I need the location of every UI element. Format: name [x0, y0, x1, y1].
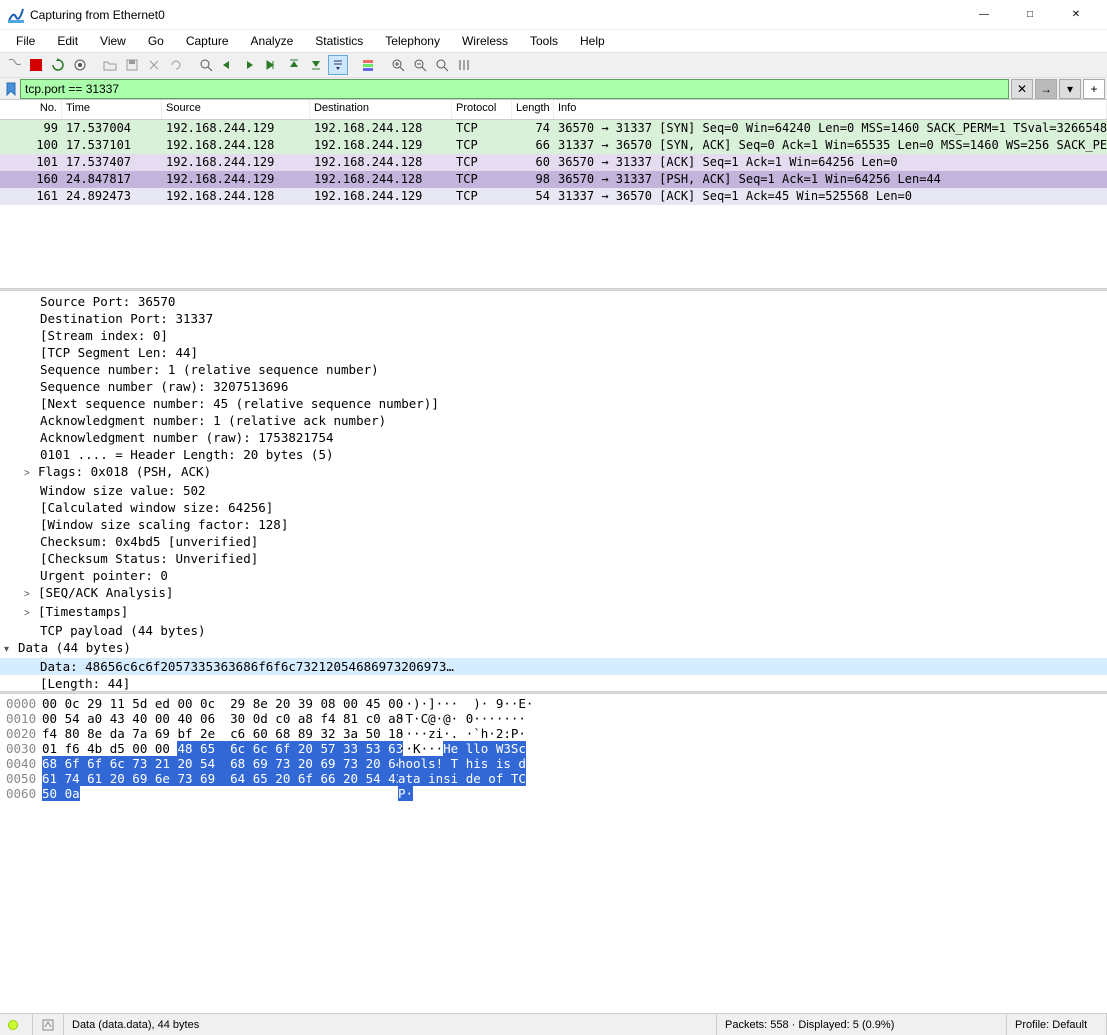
packet-list[interactable]: 9917.537004192.168.244.129192.168.244.12…	[0, 120, 1107, 288]
menu-wireless[interactable]: Wireless	[452, 32, 518, 50]
find-packet-icon[interactable]	[196, 55, 216, 75]
detail-line[interactable]: Window size value: 502	[0, 482, 1107, 499]
zoom-in-icon[interactable]	[388, 55, 408, 75]
menu-capture[interactable]: Capture	[176, 32, 239, 50]
capture-options-icon[interactable]	[70, 55, 90, 75]
detail-line[interactable]: [TCP Segment Len: 44]	[0, 344, 1107, 361]
detail-line[interactable]: [Checksum Status: Unverified]	[0, 550, 1107, 567]
resize-columns-icon[interactable]	[454, 55, 474, 75]
auto-scroll-icon[interactable]	[328, 55, 348, 75]
stop-capture-icon[interactable]	[26, 55, 46, 75]
titlebar: Capturing from Ethernet0 — □ ✕	[0, 0, 1107, 30]
go-last-icon[interactable]	[306, 55, 326, 75]
filter-apply-button[interactable]: →	[1035, 79, 1057, 99]
menu-analyze[interactable]: Analyze	[241, 32, 304, 50]
detail-line[interactable]: 0101 .... = Header Length: 20 bytes (5)	[0, 446, 1107, 463]
detail-seqack-tree[interactable]: [SEQ/ACK Analysis]	[0, 584, 1107, 603]
menu-help[interactable]: Help	[570, 32, 615, 50]
col-header-destination[interactable]: Destination	[310, 100, 452, 119]
col-header-protocol[interactable]: Protocol	[452, 100, 512, 119]
zoom-out-icon[interactable]	[410, 55, 430, 75]
detail-data-field[interactable]: Data: 48656c6c6f2057335363686f6f6c732120…	[0, 658, 1107, 675]
filter-history-button[interactable]: ▾	[1059, 79, 1081, 99]
detail-line[interactable]: Destination Port: 31337	[0, 310, 1107, 327]
hex-row: 003001 f6 4b d5 00 00 48 65 6c 6c 6f 20 …	[6, 741, 1101, 756]
packet-row[interactable]: 16124.892473192.168.244.128192.168.244.1…	[0, 188, 1107, 205]
status-capture-led[interactable]	[0, 1014, 33, 1035]
zoom-reset-icon[interactable]	[432, 55, 452, 75]
window-title: Capturing from Ethernet0	[30, 8, 961, 22]
detail-timestamps-tree[interactable]: [Timestamps]	[0, 603, 1107, 622]
packet-row[interactable]: 10117.537407192.168.244.129192.168.244.1…	[0, 154, 1107, 171]
reload-icon[interactable]	[166, 55, 186, 75]
restart-capture-icon[interactable]	[48, 55, 68, 75]
detail-data-tree[interactable]: Data (44 bytes)	[0, 639, 1107, 658]
close-file-icon[interactable]	[144, 55, 164, 75]
menu-file[interactable]: File	[6, 32, 45, 50]
hex-row: 001000 54 a0 43 40 00 40 06 30 0d c0 a8 …	[6, 711, 1101, 726]
menubar: File Edit View Go Capture Analyze Statis…	[0, 30, 1107, 52]
col-header-length[interactable]: Length	[512, 100, 554, 119]
menu-tools[interactable]: Tools	[520, 32, 568, 50]
packet-bytes-pane[interactable]: 000000 0c 29 11 5d ed 00 0c 29 8e 20 39 …	[0, 694, 1107, 1013]
detail-line[interactable]: Urgent pointer: 0	[0, 567, 1107, 584]
col-header-info[interactable]: Info	[554, 100, 1107, 119]
menu-telephony[interactable]: Telephony	[375, 32, 450, 50]
detail-line[interactable]: Acknowledgment number (raw): 1753821754	[0, 429, 1107, 446]
go-back-icon[interactable]	[218, 55, 238, 75]
filter-add-button[interactable]: +	[1083, 79, 1105, 99]
filter-bar: ✕ → ▾ +	[0, 78, 1107, 100]
packet-details-pane[interactable]: Source Port: 36570 Destination Port: 313…	[0, 291, 1107, 691]
detail-line[interactable]: [Next sequence number: 45 (relative sequ…	[0, 395, 1107, 412]
detail-line[interactable]: TCP payload (44 bytes)	[0, 622, 1107, 639]
menu-go[interactable]: Go	[138, 32, 174, 50]
filter-clear-button[interactable]: ✕	[1011, 79, 1033, 99]
detail-line[interactable]: Sequence number (raw): 3207513696	[0, 378, 1107, 395]
open-file-icon[interactable]	[100, 55, 120, 75]
hex-row: 000000 0c 29 11 5d ed 00 0c 29 8e 20 39 …	[6, 696, 1101, 711]
status-profile[interactable]: Profile: Default	[1007, 1014, 1107, 1035]
go-forward-icon[interactable]	[240, 55, 260, 75]
detail-line[interactable]: [Stream index: 0]	[0, 327, 1107, 344]
menu-edit[interactable]: Edit	[47, 32, 88, 50]
col-header-no[interactable]: No.	[0, 100, 62, 119]
detail-line[interactable]: Acknowledgment number: 1 (relative ack n…	[0, 412, 1107, 429]
hex-row: 005061 74 61 20 69 6e 73 69 64 65 20 6f …	[6, 771, 1101, 786]
hex-row: 004068 6f 6f 6c 73 21 20 54 68 69 73 20 …	[6, 756, 1101, 771]
status-packets: Packets: 558 · Displayed: 5 (0.9%)	[717, 1014, 1007, 1035]
start-capture-icon[interactable]	[4, 55, 24, 75]
status-field-info: Data (data.data), 44 bytes	[64, 1014, 717, 1035]
packet-row[interactable]: 10017.537101192.168.244.128192.168.244.1…	[0, 137, 1107, 154]
maximize-button[interactable]: □	[1007, 0, 1053, 30]
colorize-icon[interactable]	[358, 55, 378, 75]
hex-row: 006050 0aP·	[6, 786, 1101, 801]
detail-flags-tree[interactable]: Flags: 0x018 (PSH, ACK)	[0, 463, 1107, 482]
detail-line[interactable]: Checksum: 0x4bd5 [unverified]	[0, 533, 1107, 550]
save-file-icon[interactable]	[122, 55, 142, 75]
packet-row[interactable]: 16024.847817192.168.244.129192.168.244.1…	[0, 171, 1107, 188]
menu-view[interactable]: View	[90, 32, 136, 50]
display-filter-input[interactable]	[20, 79, 1009, 99]
go-to-packet-icon[interactable]	[262, 55, 282, 75]
detail-line[interactable]: [Calculated window size: 64256]	[0, 499, 1107, 516]
menu-statistics[interactable]: Statistics	[305, 32, 373, 50]
statusbar: Data (data.data), 44 bytes Packets: 558 …	[0, 1013, 1107, 1035]
col-header-source[interactable]: Source	[162, 100, 310, 119]
col-header-time[interactable]: Time	[62, 100, 162, 119]
go-first-icon[interactable]	[284, 55, 304, 75]
hex-row: 0020f4 80 8e da 7a 69 bf 2e c6 60 68 89 …	[6, 726, 1101, 741]
status-expert-icon[interactable]	[33, 1014, 64, 1035]
detail-line[interactable]: [Length: 44]	[0, 675, 1107, 691]
detail-line[interactable]: Source Port: 36570	[0, 293, 1107, 310]
toolbar	[0, 52, 1107, 78]
packet-row[interactable]: 9917.537004192.168.244.129192.168.244.12…	[0, 120, 1107, 137]
wireshark-logo-icon	[8, 7, 24, 23]
packet-list-header: No. Time Source Destination Protocol Len…	[0, 100, 1107, 120]
detail-line[interactable]: Sequence number: 1 (relative sequence nu…	[0, 361, 1107, 378]
minimize-button[interactable]: —	[961, 0, 1007, 30]
filter-bookmark-icon[interactable]	[4, 82, 18, 96]
detail-line[interactable]: [Window size scaling factor: 128]	[0, 516, 1107, 533]
close-button[interactable]: ✕	[1053, 0, 1099, 30]
